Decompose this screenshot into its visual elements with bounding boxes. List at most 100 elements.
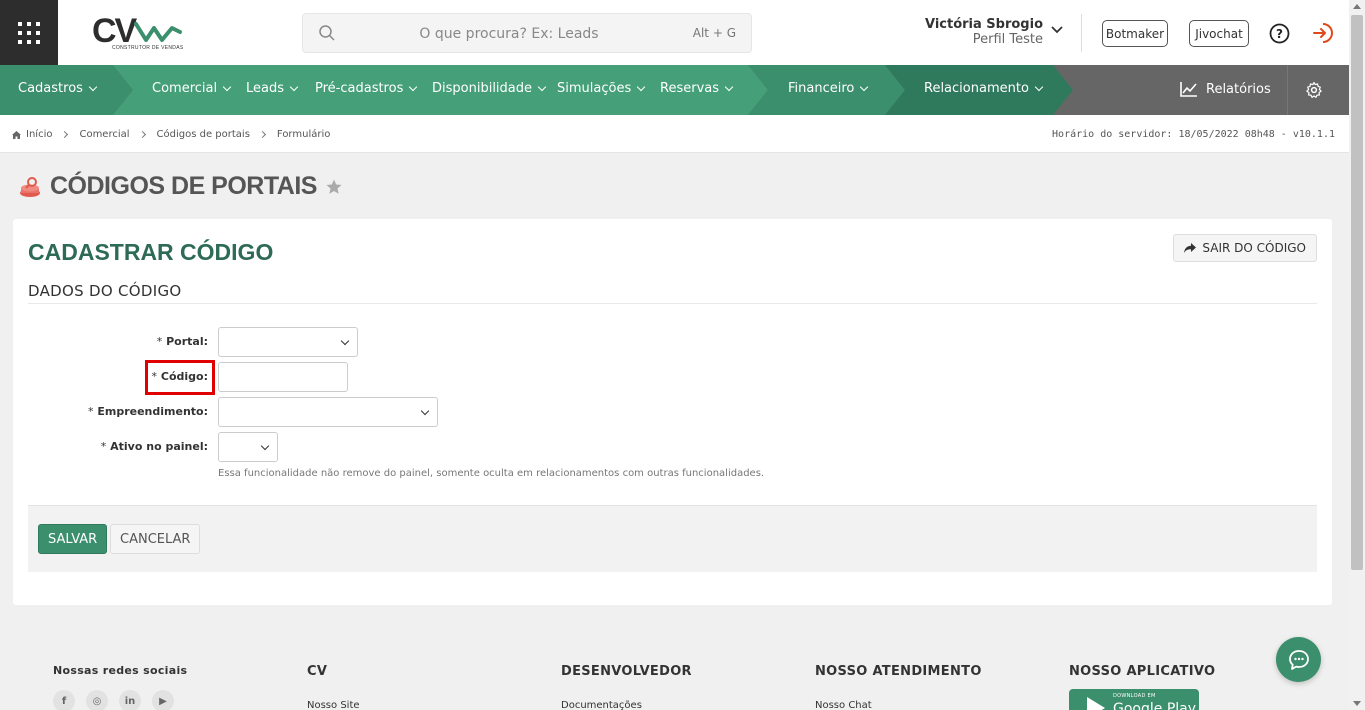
nav-relacionamento[interactable]: Relacionamento: [924, 81, 1044, 96]
chat-bubble-icon: [1288, 649, 1309, 670]
nav-pre-cadastros[interactable]: Pré-cadastros: [315, 81, 418, 96]
nav-comercial[interactable]: Comercial: [152, 81, 232, 96]
codigo-input[interactable]: [218, 362, 348, 392]
top-header: CV CONSTRUTOR DE VENDAS Alt + G Victória…: [0, 0, 1349, 65]
nav-relatorios[interactable]: Relatórios: [1180, 81, 1271, 97]
user-profile: Perfil Teste: [972, 32, 1043, 47]
nav-cadastros[interactable]: Cadastros: [18, 81, 98, 96]
chevron-down-icon: [860, 82, 869, 91]
breadcrumb-item-codigos[interactable]: Códigos de portais: [157, 129, 250, 140]
nav-simulacoes[interactable]: Simulações: [557, 81, 646, 96]
chevron-down-icon: [409, 82, 418, 91]
form-card: CADASTRAR CÓDIGO SAIR DO CÓDIGO DADOS DO…: [13, 219, 1332, 605]
search-input[interactable]: [349, 20, 669, 48]
form-title: CADASTRAR CÓDIGO: [28, 239, 274, 265]
nav-financeiro[interactable]: Financeiro: [788, 81, 869, 96]
chevron-right-icon: [61, 130, 69, 139]
exit-code-label: SAIR DO CÓDIGO: [1202, 241, 1306, 255]
svg-text:?: ?: [1276, 27, 1283, 41]
footer-support: NOSSO ATENDIMENTO Nosso Chat: [815, 664, 982, 710]
ativo-select[interactable]: [218, 432, 278, 462]
google-play-small: DOWNLOAD EM: [1113, 693, 1156, 699]
empreendimento-select[interactable]: [218, 397, 438, 427]
youtube-icon[interactable]: ▶: [152, 690, 174, 710]
footer-app: NOSSO APLICATIVO DOWNLOAD EM Google Play: [1069, 664, 1215, 710]
instagram-icon[interactable]: ◎: [86, 690, 108, 710]
required-mark: *: [100, 440, 107, 453]
search-box[interactable]: Alt + G: [302, 13, 752, 53]
portal-code-icon: [20, 176, 40, 197]
user-menu[interactable]: Victória Sbrogio Perfil Teste: [925, 17, 1043, 47]
google-play-icon: [1087, 697, 1105, 710]
footer-social-title: Nossas redes sociais: [53, 664, 188, 677]
portal-select[interactable]: [218, 327, 358, 357]
section-divider: [28, 303, 1317, 304]
user-name: Victória Sbrogio: [924, 17, 1043, 32]
header-divider: [1081, 14, 1082, 52]
chevron-down-icon: [636, 82, 646, 91]
chevron-right-icon: [138, 130, 146, 139]
breadcrumb-item-comercial[interactable]: Comercial: [79, 129, 129, 140]
required-mark: *: [156, 335, 163, 348]
ativo-hint: Essa funcionalidade não remove do painel…: [218, 468, 765, 479]
scrollbar-thumb[interactable]: [1351, 15, 1363, 570]
google-play-big: Google Play: [1113, 701, 1197, 710]
facebook-icon[interactable]: f: [53, 690, 75, 710]
exit-code-button[interactable]: SAIR DO CÓDIGO: [1173, 234, 1317, 262]
nav-separator: [1287, 65, 1288, 115]
chat-button[interactable]: [1276, 637, 1321, 682]
footer-app-title: NOSSO APLICATIVO: [1069, 664, 1216, 679]
logo[interactable]: CV CONSTRUTOR DE VENDAS: [92, 14, 192, 54]
breadcrumb-item-inicio[interactable]: Início: [26, 129, 52, 140]
nav-label: Comercial: [152, 81, 218, 96]
footer-link-docs[interactable]: Documentações: [561, 700, 692, 710]
chevron-down-icon: [340, 336, 350, 346]
chevron-down-icon: [289, 82, 299, 91]
chevron-down-icon: [724, 82, 734, 91]
breadcrumb-bar: Início Comercial Códigos de portais Form…: [0, 115, 1349, 153]
star-icon[interactable]: [325, 178, 343, 196]
nav-label: Pré-cadastros: [315, 81, 404, 96]
page-header: CÓDIGOS DE PORTAIS: [18, 172, 343, 201]
empreendimento-label: * Empreendimento:: [28, 405, 208, 418]
home-icon: [12, 130, 21, 139]
nav-disponibilidade[interactable]: Disponibilidade: [432, 81, 547, 96]
apps-menu-button[interactable]: [0, 0, 58, 65]
save-button[interactable]: SALVAR: [38, 524, 108, 554]
help-icon[interactable]: ?: [1269, 23, 1290, 44]
codigo-highlight-box: [145, 360, 215, 395]
footer-cv-title: CV: [307, 664, 328, 679]
page-scrollbar[interactable]: [1349, 0, 1365, 710]
section-title: DADOS DO CÓDIGO: [28, 282, 182, 300]
jivochat-button[interactable]: Jivochat: [1189, 20, 1249, 47]
footer-cv: CV Nosso Site: [307, 664, 360, 710]
chevron-down-icon: [260, 441, 270, 451]
logo-subtitle: CONSTRUTOR DE VENDAS: [112, 45, 184, 51]
scroll-down-arrow-icon[interactable]: [1353, 701, 1361, 706]
main-nav: Cadastros Comercial Leads Pré-cadastros …: [0, 65, 1349, 115]
chevron-down-icon: [537, 82, 547, 91]
gear-icon[interactable]: [1305, 81, 1323, 99]
nav-leads[interactable]: Leads: [246, 81, 299, 96]
nav-label: Disponibilidade: [432, 81, 533, 96]
logo-text: CV: [92, 12, 137, 50]
logout-icon[interactable]: [1311, 22, 1333, 44]
scroll-up-arrow-icon[interactable]: [1353, 4, 1361, 9]
grid-icon: [18, 21, 40, 44]
footer-link-chat[interactable]: Nosso Chat: [815, 700, 982, 710]
chevron-down-icon: [1034, 82, 1044, 91]
social-icons: f ◎ in ▶: [53, 690, 187, 710]
nav-label: Reservas: [660, 81, 719, 96]
footer-link-site[interactable]: Nosso Site: [307, 700, 360, 710]
chevron-down-icon[interactable]: [1051, 25, 1063, 35]
empreendimento-label-text: Empreendimento:: [97, 405, 208, 418]
nav-label: Relatórios: [1206, 81, 1271, 97]
botmaker-button[interactable]: Botmaker: [1102, 20, 1168, 47]
breadcrumb-item-formulario: Formulário: [276, 129, 331, 140]
portal-label-text: Portal:: [166, 335, 208, 348]
linkedin-icon[interactable]: in: [119, 690, 141, 710]
google-play-button[interactable]: DOWNLOAD EM Google Play: [1069, 689, 1199, 710]
nav-reservas[interactable]: Reservas: [660, 81, 734, 96]
cancel-button[interactable]: CANCELAR: [110, 524, 201, 554]
nav-label: Relacionamento: [924, 81, 1029, 96]
